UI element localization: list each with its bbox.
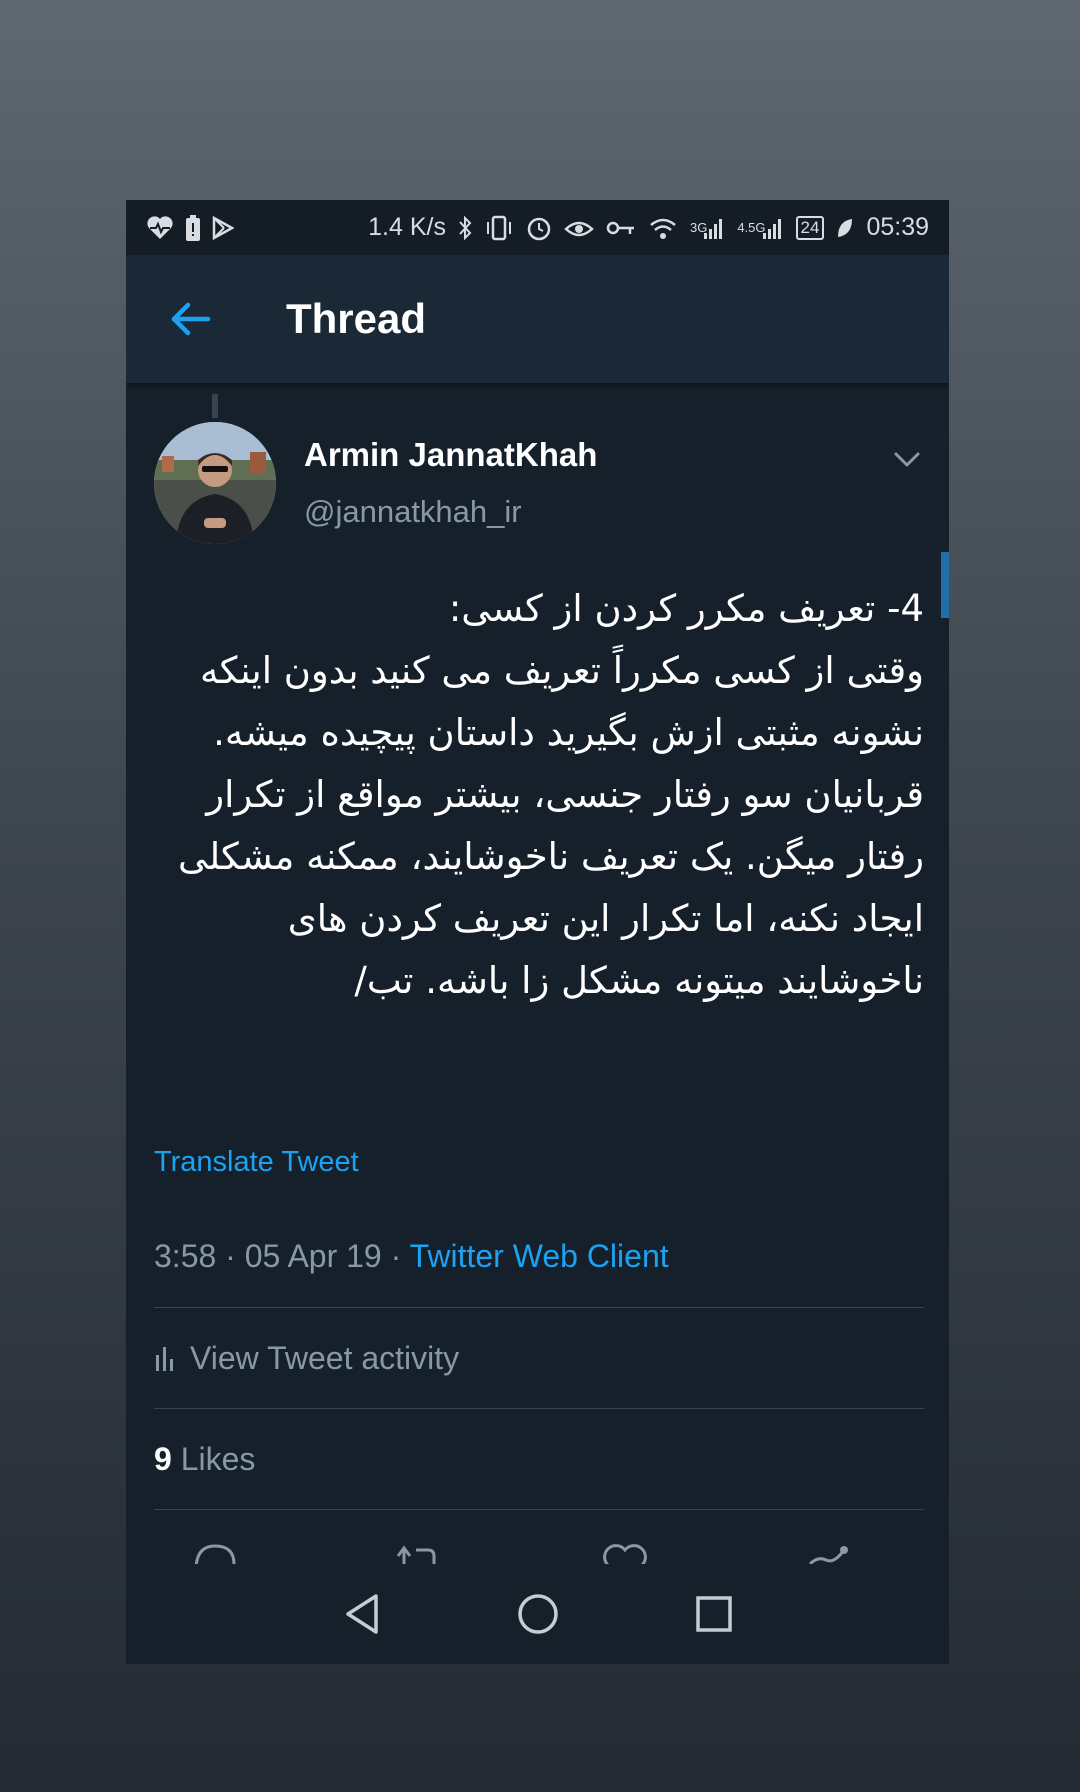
likes-row[interactable]: 9 Likes — [154, 1441, 255, 1478]
reply-icon — [194, 1544, 236, 1564]
alarm-icon — [526, 214, 552, 242]
play-store-icon — [212, 214, 234, 242]
tweet-client-link[interactable]: Twitter Web Client — [410, 1238, 669, 1274]
translate-tweet-link[interactable]: Translate Tweet — [154, 1146, 359, 1179]
vibrate-icon — [484, 214, 514, 242]
battery-level: 24 — [795, 215, 825, 240]
network-speed: 1.4 K/s — [368, 213, 446, 241]
nav-home-button[interactable] — [510, 1586, 566, 1642]
page-title: Thread — [286, 295, 427, 342]
triangle-back-icon — [345, 1594, 378, 1634]
square-recents-icon — [695, 1596, 732, 1632]
arrow-left-icon — [171, 302, 211, 336]
retweet-icon — [396, 1545, 436, 1564]
divider — [154, 1408, 924, 1409]
wifi-icon — [648, 214, 678, 242]
divider — [154, 1307, 924, 1308]
circle-home-icon — [517, 1594, 558, 1634]
bluetooth-icon — [458, 214, 472, 242]
tweet-text: 4- تعریف مکرر کردن از کسی: وقتی از کسی م… — [178, 587, 924, 1002]
status-time: 05:39 — [866, 213, 929, 241]
share-button[interactable] — [804, 1538, 854, 1564]
thread-connector-line — [212, 394, 218, 418]
share-icon — [808, 1546, 848, 1564]
meta-separator: · — [390, 1238, 402, 1274]
activity-label: View Tweet activity — [190, 1340, 460, 1376]
author-handle[interactable]: @jannatkhah_ir — [304, 494, 522, 530]
avatar[interactable] — [154, 422, 276, 544]
bar-chart-icon — [156, 1346, 173, 1371]
scrollbar[interactable] — [941, 552, 949, 618]
tweet-date: 05 Apr 19 — [244, 1238, 382, 1274]
vpn-key-icon — [606, 214, 636, 242]
likes-count: 9 — [154, 1441, 172, 1477]
tweet-menu-button[interactable] — [890, 442, 924, 476]
view-tweet-activity-button[interactable]: View Tweet activity — [154, 1340, 459, 1377]
like-button[interactable] — [600, 1538, 650, 1564]
battery-alert-icon — [186, 214, 200, 242]
status-bar: 1.4 K/s 3G 4.5G 24 05:39 — [126, 200, 949, 255]
nav-back-button[interactable] — [334, 1586, 390, 1642]
meta-separator: · — [225, 1238, 236, 1274]
author-name[interactable]: Armin JannatKhah — [304, 436, 597, 474]
likes-label: Likes — [180, 1441, 256, 1477]
divider — [154, 1509, 924, 1510]
tweet-action-bar — [126, 1538, 949, 1564]
signal-4g-icon: 4.5G — [737, 214, 783, 242]
leaf-icon — [836, 214, 854, 242]
back-button[interactable] — [156, 284, 226, 354]
app-bar: Thread — [126, 255, 949, 383]
chevron-down-icon — [894, 452, 920, 467]
tweet-meta: 3:58 · 05 Apr 19 · Twitter Web Client — [154, 1238, 669, 1275]
eye-icon — [564, 214, 594, 242]
heart-icon — [603, 1544, 647, 1564]
tweet-time: 3:58 — [154, 1238, 217, 1274]
reply-button[interactable] — [190, 1538, 240, 1564]
nav-recents-button[interactable] — [686, 1586, 742, 1642]
android-nav-bar — [126, 1564, 949, 1664]
phone-screen: 1.4 K/s 3G 4.5G 24 05:39 Thread Armin Ja… — [126, 200, 949, 1664]
heart-pulse-icon — [146, 214, 174, 242]
retweet-button[interactable] — [394, 1538, 444, 1564]
battery-icon: 24 — [795, 214, 825, 242]
signal-3g-icon: 3G — [690, 214, 725, 242]
